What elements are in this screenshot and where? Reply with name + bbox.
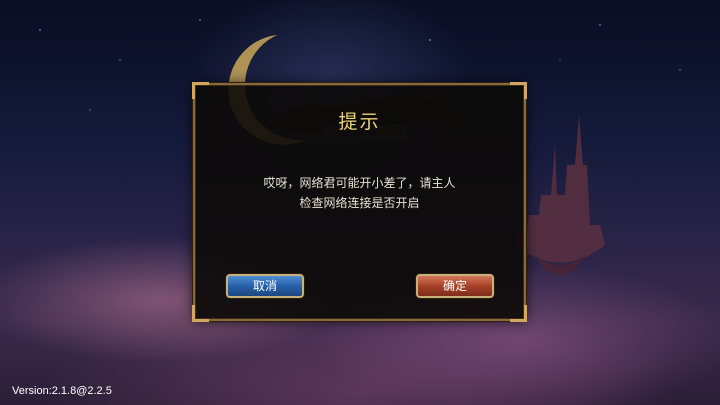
frame-corner-ornament [192, 305, 209, 322]
network-error-dialog: 提示 哎呀，网络君可能开小差了，请主人 检查网络连接是否开启 取消 确定 [192, 82, 527, 322]
confirm-button[interactable]: 确定 [416, 274, 494, 298]
cancel-button[interactable]: 取消 [226, 274, 304, 298]
frame-corner-ornament [510, 305, 527, 322]
version-label: Version:2.1.8@2.2.5 [12, 385, 112, 397]
dialog-message-line: 哎呀，网络君可能开小差了，请主人 [263, 176, 456, 190]
dialog-message-line: 检查网络连接是否开启 [299, 196, 420, 210]
dialog-title: 提示 [338, 111, 381, 133]
frame-corner-ornament [192, 82, 209, 99]
frame-corner-ornament [510, 82, 527, 99]
dialog-message: 哎呀，网络君可能开小差了，请主人 检查网络连接是否开启 [215, 173, 504, 213]
